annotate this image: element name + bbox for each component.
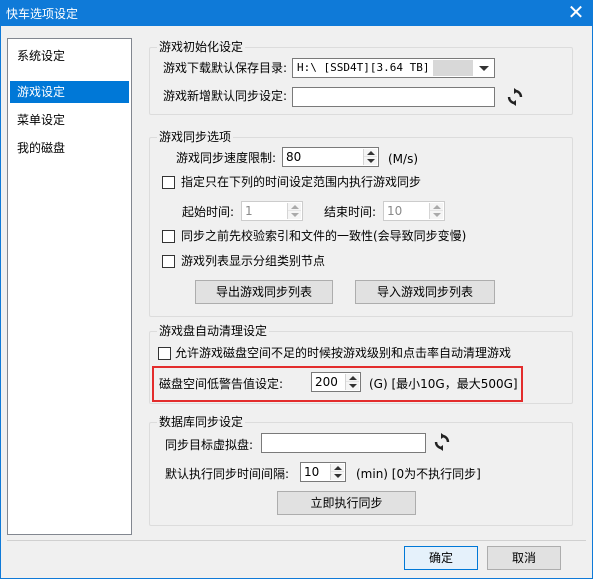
disk-warning-label: 磁盘空间低警告值设定: [159, 377, 284, 391]
spin-up-icon[interactable] [364, 149, 377, 157]
disk-warning-spinner[interactable] [345, 374, 359, 390]
end-time-stepper[interactable]: 10 [383, 201, 445, 221]
end-time-label: 结束时间: [324, 205, 377, 219]
nav-item-my-disk[interactable]: 我的磁盘 [10, 137, 129, 159]
nav-item-system[interactable]: 系统设定 [10, 45, 129, 67]
auto-clean-checkbox[interactable] [158, 347, 171, 360]
end-time-spinner[interactable] [429, 203, 443, 219]
sync-target-label: 同步目标虚拟盘: [165, 438, 254, 452]
sync-speed-unit: (M/s) [388, 152, 419, 166]
start-time-spinner[interactable] [287, 203, 301, 219]
start-time-value: 1 [245, 204, 253, 218]
window-title: 快车选项设定 [6, 7, 79, 21]
time-range-checkbox[interactable] [162, 176, 175, 189]
settings-nav-list: 系统设定 游戏设定 菜单设定 我的磁盘 [7, 38, 132, 535]
options-window: 快车选项设定 ✕ 系统设定 游戏设定 菜单设定 我的磁盘 游戏初始化设定 游戏下… [0, 0, 593, 579]
title-bar[interactable]: 快车选项设定 ✕ [0, 0, 593, 26]
sync-interval-value: 10 [304, 465, 320, 479]
download-dir-label: 游戏下载默认保存目录: [163, 61, 288, 75]
sync-speed-stepper[interactable]: 80 [282, 147, 379, 167]
nav-item-game[interactable]: 游戏设定 [10, 81, 129, 103]
disk-warning-value: 200 [315, 375, 338, 389]
disk-warning-hint: (G) [最小10G，最大500G] [369, 377, 518, 391]
spin-up-icon[interactable] [346, 374, 359, 382]
auto-clean-group-title: 游戏盘自动清理设定 [157, 324, 270, 338]
spin-down-icon[interactable] [364, 157, 377, 165]
time-range-label: 指定只在下列的时间设定范围内执行游戏同步 [181, 175, 422, 189]
import-sync-list-button[interactable]: 导入游戏同步列表 [355, 280, 495, 304]
spin-down-icon[interactable] [331, 472, 344, 480]
spin-down-icon[interactable] [346, 382, 359, 390]
category-nodes-label: 游戏列表显示分组类别节点 [181, 254, 326, 268]
close-icon[interactable]: ✕ [563, 0, 589, 26]
spin-down-icon[interactable] [430, 211, 443, 219]
category-nodes-checkbox[interactable] [162, 255, 175, 268]
chevron-down-icon[interactable] [479, 66, 489, 71]
dialog-body: 系统设定 游戏设定 菜单设定 我的磁盘 游戏初始化设定 游戏下载默认保存目录: … [1, 26, 592, 578]
disk-warning-stepper[interactable]: 200 [311, 372, 361, 392]
download-dir-value: H:\ [SSD4T][3.64 TB] [293, 59, 430, 77]
sync-speed-label: 游戏同步速度限制: [176, 151, 277, 165]
sync-target-input[interactable] [261, 433, 426, 453]
verify-index-checkbox[interactable] [162, 230, 175, 243]
ok-button[interactable]: 确定 [404, 546, 478, 570]
sync-interval-spinner[interactable] [330, 464, 344, 480]
sync-interval-stepper[interactable]: 10 [300, 462, 346, 482]
end-time-value: 10 [387, 204, 403, 218]
download-dir-select[interactable]: H:\ [SSD4T][3.64 TB] [292, 58, 495, 78]
spin-up-icon[interactable] [430, 203, 443, 211]
sync-interval-label: 默认执行同步时间间隔: [165, 467, 290, 481]
game-sync-group-title: 游戏同步选项 [157, 130, 234, 144]
export-sync-list-button[interactable]: 导出游戏同步列表 [195, 280, 333, 304]
spin-up-icon[interactable] [288, 203, 301, 211]
run-sync-now-button[interactable]: 立即执行同步 [277, 491, 416, 515]
spin-up-icon[interactable] [331, 464, 344, 472]
verify-index-label: 同步之前先校验索引和文件的一致性(会导致同步变慢) [181, 229, 467, 243]
cancel-button[interactable]: 取消 [487, 546, 561, 570]
nav-item-menu[interactable]: 菜单设定 [10, 109, 129, 131]
auto-clean-label: 允许游戏磁盘空间不足的时候按游戏级别和点击率自动清理游戏 [175, 346, 512, 360]
sync-speed-value: 80 [286, 150, 302, 164]
sync-speed-spinner[interactable] [363, 149, 377, 165]
game-init-group-title: 游戏初始化设定 [157, 40, 246, 54]
default-sync-input[interactable] [292, 87, 495, 107]
refresh-icon[interactable] [506, 88, 524, 106]
footer-divider [7, 540, 586, 541]
start-time-label: 起始时间: [182, 205, 235, 219]
spin-down-icon[interactable] [288, 211, 301, 219]
default-sync-label: 游戏新增默认同步设定: [163, 89, 288, 103]
refresh-icon[interactable] [433, 433, 451, 451]
selection-highlight [433, 60, 473, 76]
db-sync-group-title: 数据库同步设定 [157, 415, 246, 429]
sync-interval-hint: (min) [0为不执行同步] [356, 467, 481, 481]
start-time-stepper[interactable]: 1 [241, 201, 303, 221]
